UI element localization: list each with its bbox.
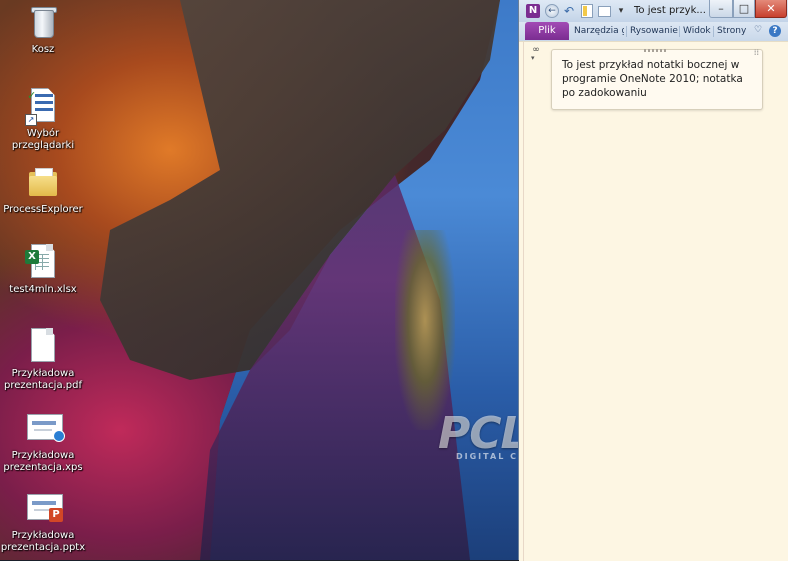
- chevron-down-icon[interactable]: ▾: [531, 54, 535, 62]
- powerpoint-file-icon: P: [27, 490, 63, 526]
- page-margin-line: [523, 42, 524, 561]
- desktop-icon-xlsx[interactable]: X test4mln.xlsx: [0, 244, 86, 296]
- desktop-icon-pptx[interactable]: P Przykładowa prezentacja.pptx: [0, 490, 86, 554]
- excel-file-icon: X: [25, 244, 59, 280]
- customize-quick-access-icon[interactable]: ▾: [614, 4, 628, 18]
- note-drag-handle[interactable]: [644, 49, 668, 52]
- folder-icon: [27, 164, 59, 200]
- undo-icon[interactable]: ↶: [562, 4, 576, 18]
- desktop-icon-processexplorer[interactable]: ProcessExplorer: [0, 164, 86, 216]
- tab-separator: [626, 26, 627, 37]
- minimize-ribbon-icon[interactable]: ♡: [751, 23, 765, 37]
- minimize-button[interactable]: –: [709, 0, 733, 18]
- recycle-bin-icon: [27, 4, 59, 40]
- ribbon-tabs: Plik Narzędzia g Rysowanie Widok Strony …: [519, 22, 788, 42]
- shortcut-arrow-icon: ↗: [25, 114, 37, 126]
- desktop-icon-label: Kosz: [31, 44, 55, 55]
- desktop-icon-label: Przykładowa prezentacja.xps: [3, 450, 83, 473]
- desktop-icon-label: Wybór przeglądarki: [11, 128, 75, 151]
- browser-choice-icon: ✓ ↗: [25, 88, 59, 126]
- note-text[interactable]: To jest przykład notatki bocznej w progr…: [562, 58, 752, 100]
- desktop-icon-pdf[interactable]: Przykładowa prezentacja.pdf: [0, 328, 86, 392]
- title-bar: N ← ↶ ▾ To jest przyk... – □ ✕: [519, 0, 788, 22]
- desktop-icon-label: test4mln.xlsx: [9, 284, 77, 295]
- desktop-icon-label: ProcessExplorer: [3, 204, 83, 215]
- tab-file[interactable]: Plik: [525, 22, 569, 40]
- tab-pages[interactable]: Strony: [717, 22, 747, 40]
- tab-view[interactable]: Widok: [683, 22, 711, 40]
- full-page-view-icon[interactable]: [598, 6, 611, 17]
- note-container-menu-icon[interactable]: ⁞⁞: [754, 48, 759, 57]
- desktop-icon-recycle-bin[interactable]: Kosz: [0, 4, 86, 56]
- window-title: To jest przyk...: [634, 5, 706, 16]
- onenote-docked-window: N ← ↶ ▾ To jest przyk... – □ ✕ Plik Narz…: [518, 0, 788, 561]
- help-icon[interactable]: ?: [769, 25, 781, 37]
- xps-file-icon: [27, 410, 65, 446]
- maximize-button[interactable]: □: [733, 0, 755, 18]
- linked-notes-icon[interactable]: ∞: [528, 46, 544, 55]
- desktop-icon-browser-choice[interactable]: ✓ ↗ Wybór przeglądarki: [0, 88, 86, 152]
- desktop-icon-label: Przykładowa prezentacja.pptx: [0, 530, 86, 553]
- tab-tools[interactable]: Narzędzia g: [574, 22, 624, 40]
- dock-to-desktop-icon[interactable]: [581, 4, 593, 18]
- close-button[interactable]: ✕: [755, 0, 787, 18]
- tab-separator: [679, 26, 680, 37]
- note-container[interactable]: ⁞⁞ To jest przykład notatki bocznej w pr…: [551, 48, 763, 110]
- back-arrow-icon[interactable]: ←: [545, 4, 559, 18]
- note-page-canvas[interactable]: ∞ ▾ ⁞⁞ To jest przykład notatki bocznej …: [519, 41, 788, 561]
- onenote-app-icon[interactable]: N: [526, 4, 540, 18]
- desktop-icon-xps[interactable]: Przykładowa prezentacja.xps: [0, 410, 86, 474]
- tab-draw[interactable]: Rysowanie: [630, 22, 678, 40]
- wallpaper-reflection: [395, 230, 455, 430]
- desktop-icon-label: Przykładowa prezentacja.pdf: [4, 368, 82, 391]
- pdf-file-icon: [27, 328, 59, 364]
- tab-separator: [713, 26, 714, 37]
